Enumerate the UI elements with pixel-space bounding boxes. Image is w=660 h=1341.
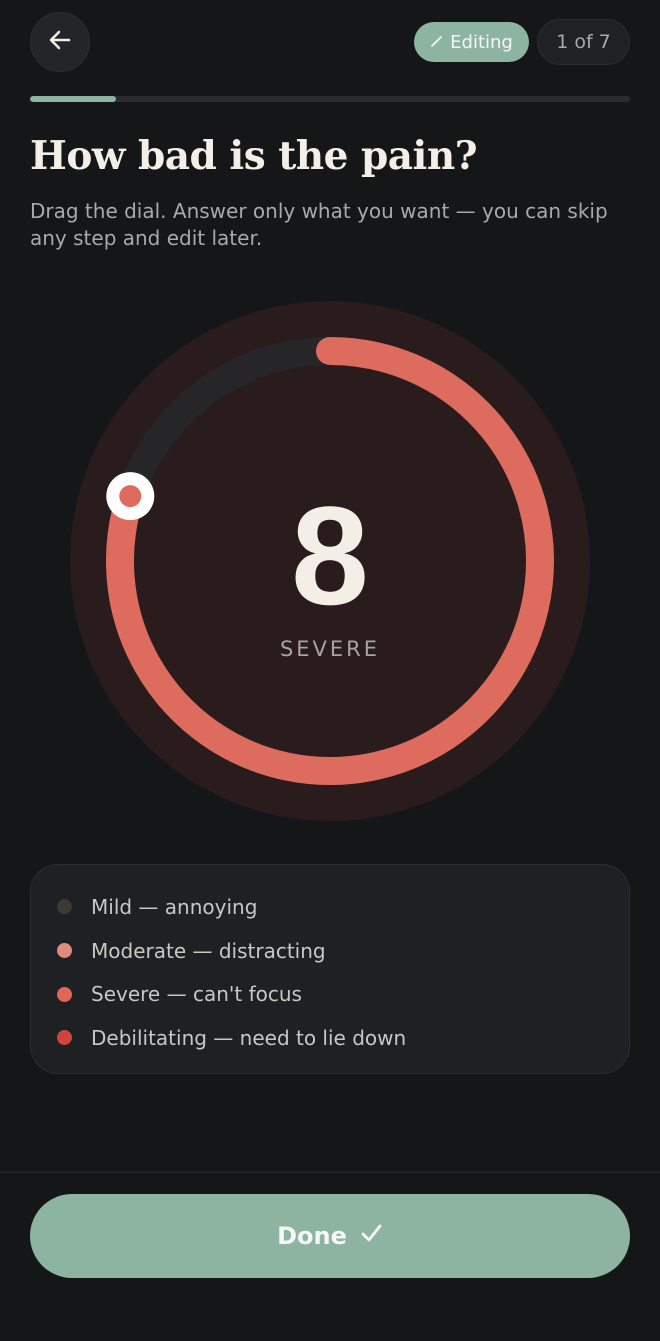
arrow-left-icon — [47, 27, 73, 57]
editing-badge[interactable]: Editing — [414, 22, 529, 62]
pencil-icon — [430, 32, 444, 53]
editing-label: Editing — [450, 31, 513, 53]
legend-dot-icon — [57, 986, 72, 1002]
legend-label: Debilitating — need to lie down — [91, 1025, 407, 1050]
footer-divider — [0, 1172, 660, 1173]
legend-dot-icon — [57, 1030, 72, 1046]
step-indicator: 1 of 7 — [537, 19, 630, 65]
legend-dot-icon — [57, 943, 72, 959]
legend-item-severe: Severe — can't focus — [57, 972, 603, 1016]
page-title: How bad is the pain? — [30, 133, 478, 179]
legend-item-mild: Mild — annoying — [57, 885, 603, 929]
back-button[interactable] — [30, 12, 90, 72]
legend-label: Mild — annoying — [91, 894, 258, 919]
done-label: Done — [277, 1222, 347, 1250]
severity-legend: Mild — annoying Moderate — distracting S… — [30, 864, 630, 1074]
page-subtitle: Drag the dial. Answer only what you want… — [30, 199, 608, 250]
legend-label: Moderate — distracting — [91, 938, 326, 963]
progress-bar — [30, 96, 630, 102]
pain-question-screen: Editing 1 of 7 How bad is the pain? Drag… — [0, 0, 660, 1341]
legend-item-moderate: Moderate — distracting — [57, 929, 603, 973]
legend-item-debilitating: Debilitating — need to lie down — [57, 1016, 603, 1060]
legend-label: Severe — can't focus — [91, 982, 302, 1007]
checkmark-icon — [359, 1221, 383, 1251]
severity-label: SEVERE — [279, 637, 381, 661]
legend-dot-icon — [57, 899, 72, 915]
progress-fill — [30, 96, 116, 102]
pain-score-value: 8 — [291, 477, 369, 634]
pain-dial[interactable]: 8 SEVERE — [70, 301, 590, 821]
done-button[interactable]: Done — [30, 1194, 630, 1278]
